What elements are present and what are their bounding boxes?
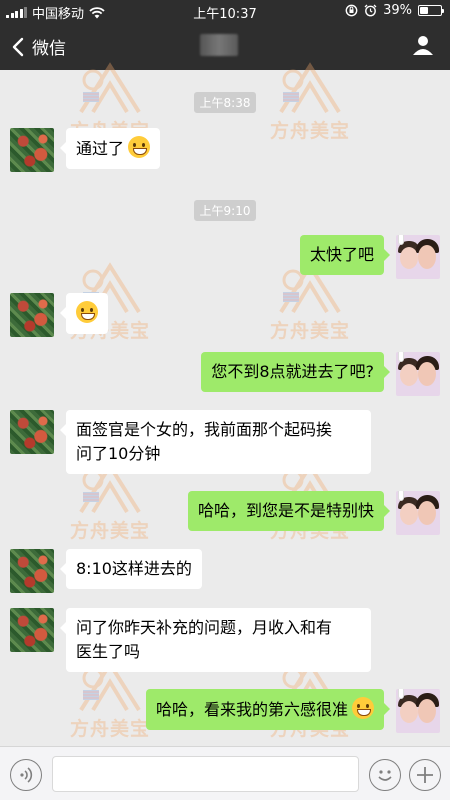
hugging-face-emoji xyxy=(128,136,151,158)
back-label: 微信 xyxy=(32,39,66,59)
more-button[interactable] xyxy=(409,759,441,791)
incoming-message[interactable]: 面签官是个女的，我前面那个起码挨 问了10分钟 xyxy=(60,410,371,474)
back-button[interactable]: 微信 xyxy=(8,34,66,59)
contact-avatar[interactable] xyxy=(10,549,54,593)
contact-avatar[interactable] xyxy=(10,293,54,337)
incoming-message[interactable]: 问了你昨天补充的问题，月收入和有 医生了吗 xyxy=(60,608,371,672)
my-avatar[interactable] xyxy=(396,235,440,279)
voice-input-icon xyxy=(19,766,32,783)
message-input[interactable] xyxy=(52,756,359,792)
outgoing-message[interactable]: 哈哈，到您是不是特别快 xyxy=(187,491,391,531)
incoming-message[interactable]: 通过了 xyxy=(59,128,161,169)
outgoing-message[interactable]: 您不到8点就进去了吧? xyxy=(201,352,390,392)
emoji-picker-button[interactable] xyxy=(369,759,401,791)
contact-avatar[interactable] xyxy=(10,128,54,172)
status-bar: 中国移动 上午10:37 39% xyxy=(0,0,450,22)
my-avatar[interactable] xyxy=(396,689,440,733)
contact-avatar[interactable] xyxy=(10,608,54,652)
message-timestamp: 上午8:38 xyxy=(0,92,450,113)
message-timestamp: 上午9:10 xyxy=(0,200,450,221)
incoming-message[interactable] xyxy=(60,293,108,334)
watermark-logo: 方舟美宝 xyxy=(55,462,165,542)
my-avatar[interactable] xyxy=(396,352,440,396)
battery-percent: 39% xyxy=(383,3,412,18)
grinning-face-emoji xyxy=(76,301,98,323)
grinning-face-emoji xyxy=(352,697,374,719)
emoji-picker-icon xyxy=(377,769,392,781)
contact-avatar[interactable] xyxy=(10,410,54,454)
more-plus-icon xyxy=(416,766,433,783)
chat-title-redacted xyxy=(200,34,238,56)
battery-icon xyxy=(418,5,444,16)
incoming-message[interactable]: 8:10这样进去的 xyxy=(60,549,202,589)
orientation-lock-icon xyxy=(345,4,358,17)
chat-header: 微信 xyxy=(0,22,450,70)
alarm-icon xyxy=(364,4,377,17)
message-input-bar xyxy=(0,746,450,800)
back-chevron-icon xyxy=(12,37,24,56)
voice-input-button[interactable] xyxy=(10,759,42,791)
contact-profile-icon[interactable] xyxy=(412,34,434,56)
outgoing-message[interactable]: 太快了吧 xyxy=(299,235,391,275)
outgoing-message[interactable]: 哈哈，看来我的第六感很准 xyxy=(145,689,391,730)
my-avatar[interactable] xyxy=(396,491,440,535)
